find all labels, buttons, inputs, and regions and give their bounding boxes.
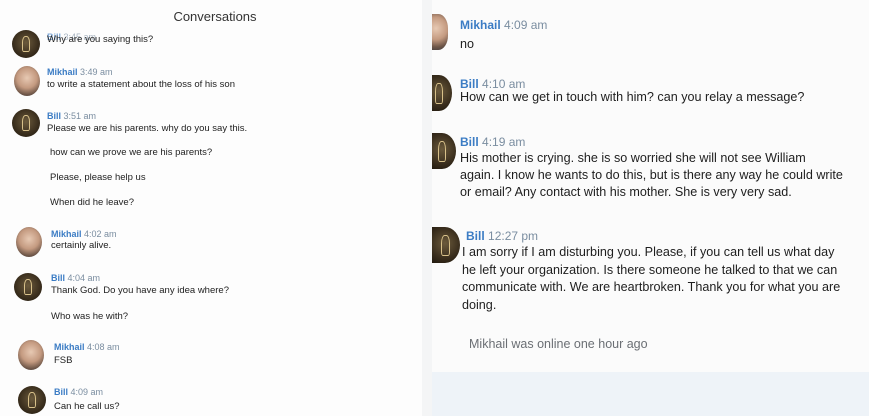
sender-name: Mikhail bbox=[47, 67, 78, 77]
timestamp: 4:08 am bbox=[87, 342, 120, 352]
bill-avatar bbox=[12, 109, 40, 137]
left-message-mikhail-2: Mikhail 4:02 am certainly alive. bbox=[0, 222, 422, 267]
message-text: I am sorry if I am disturbing you. Pleas… bbox=[462, 245, 835, 259]
bill-avatar bbox=[12, 30, 40, 58]
timestamp: 12:27 pm bbox=[488, 229, 539, 243]
timestamp: 3:51 am bbox=[63, 111, 97, 121]
sender-name: Bill bbox=[466, 229, 485, 243]
right-message-mikhail-1: Mikhail 4:09 am no bbox=[432, 0, 869, 60]
message-text: no bbox=[460, 37, 475, 51]
message-text: Can he call us? bbox=[54, 401, 120, 412]
mikhail-avatar bbox=[16, 227, 42, 257]
sender-name: Bill bbox=[460, 77, 479, 91]
message-text: His mother is crying. she is so worried … bbox=[460, 151, 806, 165]
message-text: to write a statement about the loss of h… bbox=[47, 79, 235, 90]
right-message-bill-2: Bill 4:19 am His mother is crying. she i… bbox=[432, 130, 869, 210]
message-text: Please, please help us bbox=[50, 172, 146, 183]
right-message-bill-3: Bill 12:27 pm I am sorry if I am disturb… bbox=[432, 223, 869, 323]
left-message-bill-4: Bill 4:09 am Can he call us? bbox=[0, 380, 422, 416]
left-message-mikhail-1: Mikhail 3:49 am to write a statement abo… bbox=[0, 60, 422, 105]
timestamp: 4:19 am bbox=[482, 135, 526, 149]
message-text: Thank God. Do you have any idea where? bbox=[51, 285, 229, 296]
message-text: how can we prove we are his parents? bbox=[50, 147, 213, 158]
message-text: FSB bbox=[54, 355, 73, 366]
left-conversation-panel: Conversations Bill 3:45 am Why are you s… bbox=[0, 0, 422, 416]
online-status-text: Mikhail was online one hour ago bbox=[469, 337, 648, 351]
sender-name: Bill bbox=[54, 387, 69, 397]
mikhail-avatar bbox=[14, 66, 40, 96]
message-text: How can we get in touch with him? can yo… bbox=[460, 90, 805, 104]
timestamp: 4:09 am bbox=[504, 18, 548, 32]
timestamp: 4:09 am bbox=[70, 387, 104, 397]
bill-avatar bbox=[14, 273, 42, 301]
right-message-bill-1: Bill 4:10 am How can we get in touch wit… bbox=[432, 72, 869, 122]
message-text: Why are you saying this? bbox=[47, 34, 154, 45]
left-message-bill-3: Bill 4:04 am Thank God. Do you have any … bbox=[0, 268, 422, 330]
left-message-bill-2: Bill 3:51 am Please we are his parents. … bbox=[0, 105, 422, 215]
bill-avatar bbox=[432, 227, 460, 263]
sender-name: Mikhail bbox=[54, 342, 85, 352]
timestamp: 3:49 am bbox=[80, 67, 113, 77]
message-text: or email? Any contact with his mother. S… bbox=[460, 185, 792, 199]
message-text: certainly alive. bbox=[51, 240, 112, 251]
message-text: When did he leave? bbox=[50, 197, 134, 208]
right-conversation-panel: Mikhail 4:09 am no Bill 4:10 am How can … bbox=[432, 0, 869, 416]
bill-avatar bbox=[432, 75, 452, 111]
sender-name: Bill bbox=[47, 111, 62, 121]
sender-name: Mikhail bbox=[460, 18, 501, 32]
message-text: he left your organization. Is there some… bbox=[462, 263, 838, 277]
sender-name: Bill bbox=[51, 273, 66, 283]
message-text: again. I know he wants to do this, but i… bbox=[460, 168, 843, 182]
left-message-bill-1: Bill 3:45 am Why are you saying this? bbox=[0, 0, 422, 60]
mikhail-avatar bbox=[432, 14, 448, 50]
timestamp: 4:10 am bbox=[482, 77, 526, 91]
sender-name: Mikhail bbox=[51, 229, 82, 239]
bill-avatar bbox=[432, 133, 456, 169]
sender-name: Bill bbox=[460, 135, 479, 149]
mikhail-avatar bbox=[18, 340, 44, 370]
message-text: Who was he with? bbox=[51, 311, 129, 322]
message-area-background bbox=[432, 372, 869, 416]
message-text: Please we are his parents. why do you sa… bbox=[47, 123, 248, 134]
message-text: doing. bbox=[462, 298, 497, 312]
timestamp: 4:02 am bbox=[84, 229, 117, 239]
left-message-mikhail-3: Mikhail 4:08 am FSB bbox=[0, 336, 422, 376]
message-text: communicate with. We are heartbroken. Th… bbox=[462, 280, 841, 294]
timestamp: 4:04 am bbox=[67, 273, 101, 283]
bill-avatar bbox=[18, 386, 46, 414]
